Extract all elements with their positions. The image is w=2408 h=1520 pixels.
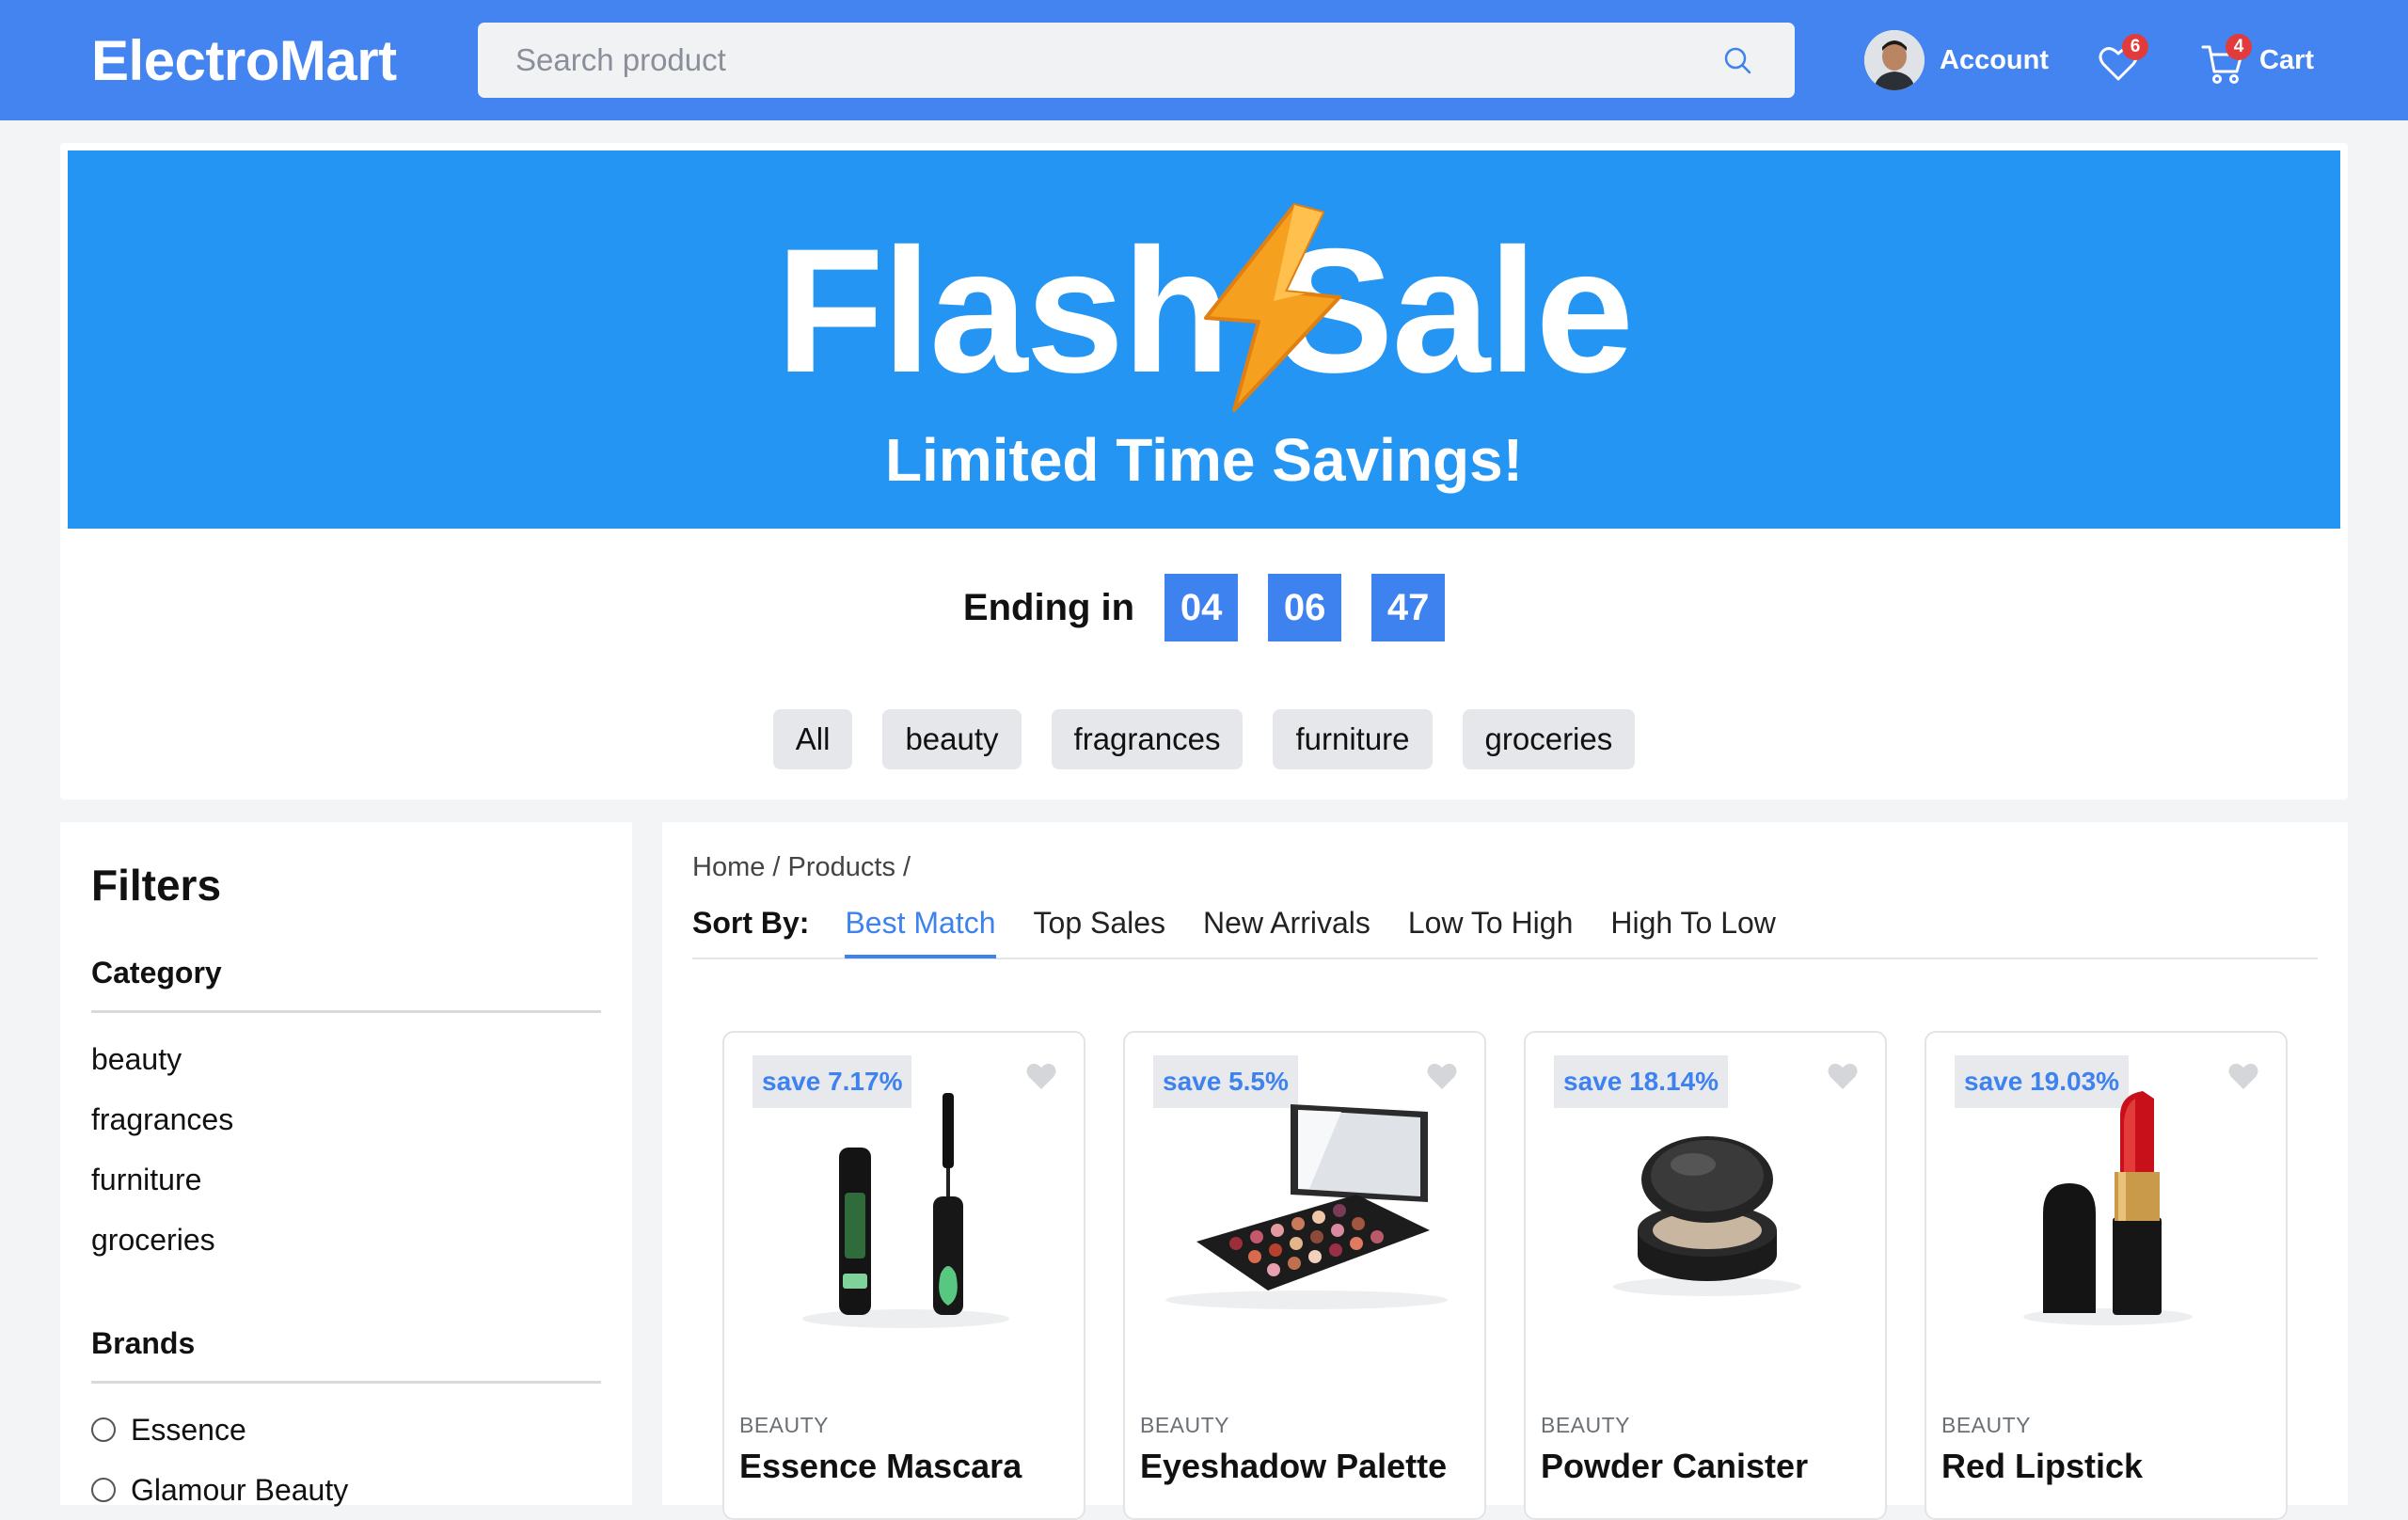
category-filter-fragrances[interactable]: fragrances — [91, 1089, 233, 1149]
product-card[interactable]: save 7.17% BEAUTY Essence Mascara — [722, 1031, 1085, 1520]
product-name[interactable]: Red Lipstick — [1941, 1447, 2143, 1486]
cart-button[interactable]: 4 Cart — [2201, 34, 2314, 87]
product-category: BEAUTY — [1941, 1413, 2032, 1437]
red-lipstick-image — [2023, 1091, 2193, 1325]
brands-filter-list: Essence Glamour Beauty — [91, 1400, 348, 1520]
countdown-hours: 04 — [1164, 574, 1239, 641]
wishlist-heart-icon[interactable] — [1827, 1061, 1859, 1093]
category-filter-list: beauty fragrances furniture groceries — [91, 1029, 233, 1270]
filters-title: Filters — [91, 861, 222, 910]
category-filter-groceries[interactable]: groceries — [91, 1210, 233, 1270]
avatar — [1864, 30, 1925, 90]
product-category: BEAUTY — [1140, 1413, 1230, 1437]
radio-button[interactable] — [91, 1417, 116, 1442]
flash-sale-banner[interactable]: Flash Sale Limited Time Savings! — [68, 150, 2340, 529]
banner-subtitle: Limited Time Savings! — [884, 426, 1524, 494]
sort-low-to-high[interactable]: Low To High — [1408, 887, 1574, 958]
countdown-minutes: 06 — [1268, 574, 1342, 641]
countdown-seconds: 47 — [1371, 574, 1446, 641]
brands-filter-title: Brands — [91, 1326, 196, 1360]
category-filter-beauty[interactable]: beauty — [91, 1029, 233, 1089]
top-header: ElectroMart Account 6 — [0, 0, 2408, 120]
chip-beauty[interactable]: beauty — [882, 709, 1022, 769]
product-card[interactable]: save 5.5% BEAUTY Eyeshadow Palette — [1123, 1031, 1486, 1520]
product-card[interactable]: save 18.14% BEAUTY Powder Canister — [1524, 1031, 1887, 1520]
search-bar[interactable] — [478, 23, 1795, 98]
divider — [91, 1381, 601, 1384]
chip-fragrances[interactable]: fragrances — [1051, 709, 1244, 769]
wishlist-heart-icon[interactable] — [1025, 1061, 1057, 1093]
wishlist-count-badge: 6 — [2122, 34, 2148, 60]
lightning-bolt-icon — [1204, 203, 1341, 412]
product-name[interactable]: Powder Canister — [1541, 1447, 1808, 1486]
wishlist-heart-icon[interactable] — [1426, 1061, 1458, 1093]
sort-label: Sort By: — [692, 905, 810, 940]
product-listing: Home / Products / Sort By: Best Match To… — [662, 822, 2348, 1520]
chip-all[interactable]: All — [772, 709, 853, 769]
cart-count-badge: 4 — [2226, 34, 2252, 60]
account-button[interactable]: Account — [1864, 28, 2049, 92]
cart-label: Cart — [2259, 44, 2315, 75]
search-input[interactable] — [478, 23, 1795, 98]
radio-button[interactable] — [91, 1478, 116, 1502]
brand-option-essence[interactable]: Essence — [91, 1400, 348, 1460]
sort-best-match[interactable]: Best Match — [845, 887, 996, 958]
category-filter-furniture[interactable]: furniture — [91, 1149, 233, 1210]
logo[interactable]: ElectroMart — [91, 28, 397, 93]
sort-new-arrivals[interactable]: New Arrivals — [1203, 887, 1370, 958]
filters-panel: Filters Category beauty fragrances furni… — [60, 822, 632, 1507]
chip-groceries[interactable]: groceries — [1462, 709, 1636, 769]
flash-sale-section: Flash Sale Limited Time Savings! Ending … — [60, 143, 2348, 800]
chip-furniture[interactable]: furniture — [1273, 709, 1433, 769]
product-category: BEAUTY — [739, 1413, 830, 1437]
countdown-label: Ending in — [962, 586, 1135, 628]
brand-label: Glamour Beauty — [131, 1472, 349, 1507]
brand-option-glamour-beauty[interactable]: Glamour Beauty — [91, 1460, 348, 1520]
brand-label: Essence — [131, 1412, 246, 1447]
divider — [91, 1010, 601, 1013]
powder-canister-image — [1613, 1136, 1801, 1296]
sort-high-to-low[interactable]: High To Low — [1610, 887, 1776, 958]
account-label: Account — [1940, 44, 2049, 75]
product-name[interactable]: Eyeshadow Palette — [1140, 1447, 1447, 1486]
sort-top-sales[interactable]: Top Sales — [1034, 887, 1166, 958]
category-filter-title: Category — [91, 956, 222, 990]
eyeshadow-palette-image — [1165, 1104, 1448, 1309]
product-name[interactable]: Essence Mascara — [739, 1447, 1022, 1486]
wishlist-button[interactable]: 6 — [2096, 34, 2148, 87]
wishlist-heart-icon[interactable] — [2227, 1061, 2259, 1093]
breadcrumb[interactable]: Home / Products / — [692, 852, 911, 883]
mascara-image — [802, 1093, 1009, 1328]
category-chips: All beauty fragrances furniture grocerie… — [60, 709, 2348, 769]
sort-bar: Sort By: Best Match Top Sales New Arriva… — [692, 888, 2318, 959]
countdown: Ending in 04 06 47 — [60, 574, 2348, 641]
search-icon[interactable] — [1722, 45, 1752, 75]
product-card[interactable]: save 19.03% BEAUTY Red Lipstick — [1925, 1031, 2288, 1520]
product-category: BEAUTY — [1541, 1413, 1631, 1437]
